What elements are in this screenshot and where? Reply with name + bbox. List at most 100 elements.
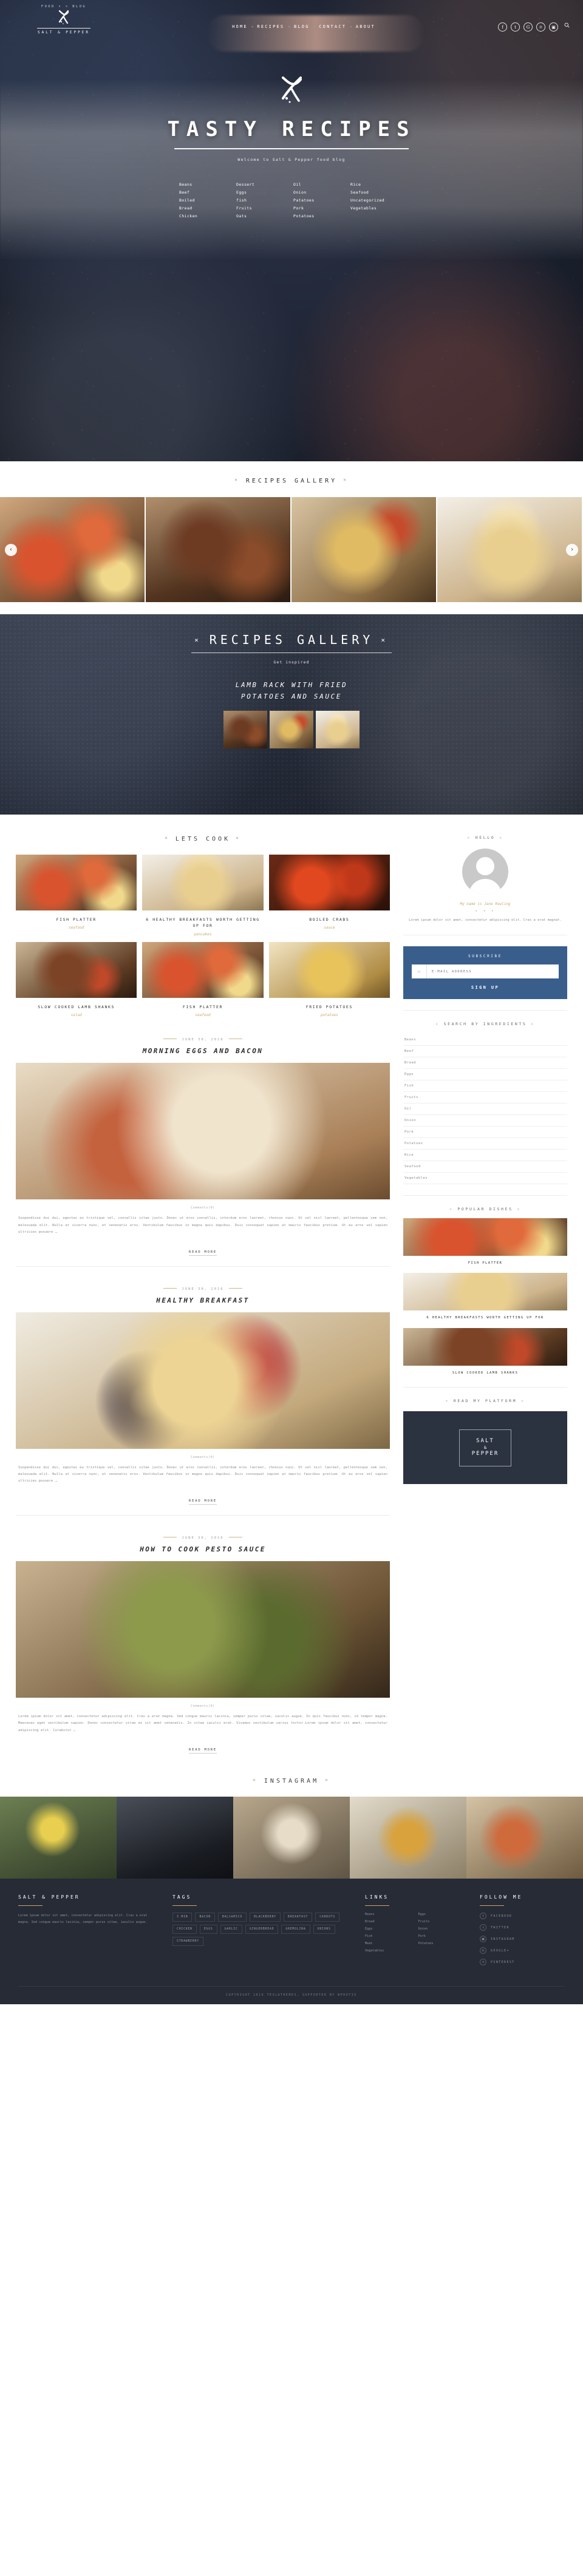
post-comments-count[interactable]: Comments(0) xyxy=(16,1704,390,1708)
category-link[interactable]: Fruits xyxy=(236,206,290,211)
tag-item[interactable]: BALSAMICO xyxy=(217,1913,247,1922)
ingredient-link[interactable]: Onion xyxy=(403,1115,567,1127)
nav-item-recipes[interactable]: RECIPES xyxy=(257,24,284,29)
nav-item-about[interactable]: ABOUT xyxy=(356,24,375,29)
category-link[interactable]: Pork xyxy=(293,206,347,211)
category-link[interactable]: Vegetables xyxy=(350,206,404,211)
post-title[interactable]: MORNING EGGS AND BACON xyxy=(16,1047,390,1055)
sign-up-button[interactable]: SIGN UP xyxy=(412,985,559,990)
follow-row[interactable]: t TWITTER xyxy=(480,1924,565,1931)
category-link[interactable]: Rice xyxy=(350,182,404,187)
category-link[interactable]: Oats xyxy=(236,214,290,219)
recipe-card[interactable]: FRIED POTATOES potatoes xyxy=(268,941,390,1017)
tag-item[interactable]: STRAWBERRY xyxy=(172,1937,203,1947)
recipe-card[interactable]: 6 HEALTHY BREAKFASTS WORTH GETTING UP FO… xyxy=(142,855,264,937)
footer-link[interactable]: Pork xyxy=(418,1934,466,1938)
email-input[interactable] xyxy=(426,964,559,978)
tag-item[interactable]: 3 MIN xyxy=(172,1913,193,1922)
footer-link[interactable]: Potatoes xyxy=(418,1942,466,1945)
footer-link[interactable]: Fruits xyxy=(418,1920,466,1924)
ingredient-link[interactable]: Beans xyxy=(403,1034,567,1046)
recipe-card[interactable]: FISH PLATTER seafood xyxy=(16,855,137,937)
instagram-photo[interactable] xyxy=(350,1797,466,1879)
ingredient-link[interactable]: Eggs xyxy=(403,1069,567,1080)
ingredient-link[interactable]: Potatoes xyxy=(403,1138,567,1150)
category-link[interactable]: Eggs xyxy=(236,190,290,195)
popular-dish-item[interactable]: SLOW COOKED LAMB SHANKS xyxy=(403,1327,567,1376)
post-image[interactable] xyxy=(16,1312,390,1449)
twitter-icon[interactable]: t xyxy=(511,22,520,32)
ingredient-link[interactable]: Beef xyxy=(403,1046,567,1057)
category-link[interactable]: Dessert xyxy=(236,182,290,187)
category-link[interactable]: Uncategorized xyxy=(350,198,404,203)
ingredient-link[interactable]: Vegetables xyxy=(403,1173,567,1184)
follow-row[interactable]: ℗ PINTEREST xyxy=(480,1959,565,1966)
post-image[interactable] xyxy=(16,1063,390,1200)
nav-item-home[interactable]: HOME xyxy=(232,24,248,29)
tag-item[interactable]: GARLIC xyxy=(220,1925,242,1934)
post-image[interactable] xyxy=(16,1561,390,1698)
instagram-photo[interactable] xyxy=(117,1797,233,1879)
popular-dish-item[interactable]: 6 HEALTHY BREAKFASTS WORTH GETTING UP FO… xyxy=(403,1273,567,1321)
tag-item[interactable]: CARROTS xyxy=(315,1913,340,1922)
footer-link[interactable]: Onion xyxy=(418,1927,466,1931)
recipe-card[interactable]: BOILED CRABS sauce xyxy=(268,855,390,937)
footer-link[interactable]: Meat xyxy=(365,1942,412,1945)
ingredient-link[interactable]: Rice xyxy=(403,1150,567,1161)
popular-dish-item[interactable]: FISH PLATTER xyxy=(403,1218,567,1266)
carousel-slide[interactable] xyxy=(292,497,437,602)
tag-item[interactable]: BACON xyxy=(195,1913,215,1922)
post-comments-count[interactable]: Comments(0) xyxy=(16,1456,390,1459)
follow-row[interactable]: f FACEBOOK xyxy=(480,1913,565,1920)
featured-thumbnail[interactable] xyxy=(270,711,313,749)
follow-row[interactable]: G GOOGLE+ xyxy=(480,1947,565,1954)
featured-recipe-title[interactable]: LAMB RACK WITH FRIED POTATOES AND SAUCE xyxy=(0,680,583,702)
post-comments-count[interactable]: Comments(0) xyxy=(16,1206,390,1210)
footer-link[interactable]: Eggs xyxy=(418,1913,466,1916)
carousel-slide[interactable] xyxy=(437,497,583,602)
post-title[interactable]: HEALTHY BREAKFAST xyxy=(16,1296,390,1304)
follow-row[interactable]: ▣ INSTAGRAM xyxy=(480,1936,565,1943)
carousel-prev-icon[interactable]: ‹ xyxy=(5,543,17,556)
ingredient-link[interactable]: Oil xyxy=(403,1103,567,1115)
tag-item[interactable]: ONIONS xyxy=(313,1925,335,1934)
ingredient-link[interactable]: Seafood xyxy=(403,1161,567,1173)
featured-thumbnail[interactable] xyxy=(316,711,360,749)
footer-link[interactable]: Eggs xyxy=(365,1927,412,1931)
ingredient-link[interactable]: Pork xyxy=(403,1127,567,1138)
subscribe-field[interactable]: ✉ xyxy=(412,964,559,978)
search-icon[interactable] xyxy=(564,2,570,30)
carousel-slide[interactable] xyxy=(0,497,146,602)
recipe-card[interactable]: SLOW COOKED LAMB SHANKS salad xyxy=(16,941,137,1017)
read-more-button[interactable]: READ MORE xyxy=(16,1493,390,1505)
category-link[interactable]: Beef xyxy=(179,190,233,195)
footer-link[interactable]: Fish xyxy=(365,1934,412,1938)
category-link[interactable]: Onion xyxy=(293,190,347,195)
instagram-photo[interactable] xyxy=(233,1797,350,1879)
category-link[interactable]: Oil xyxy=(293,182,347,187)
ad-banner[interactable]: SALT & PEPPER xyxy=(403,1411,567,1485)
facebook-icon[interactable]: f xyxy=(498,22,507,32)
read-more-button[interactable]: READ MORE xyxy=(16,1741,390,1754)
tag-item[interactable]: GINGERBREAD xyxy=(245,1925,279,1934)
instagram-photo[interactable] xyxy=(0,1797,117,1879)
category-link[interactable]: Beans xyxy=(179,182,233,187)
ingredient-link[interactable]: Fruits xyxy=(403,1092,567,1103)
tag-item[interactable]: BREAKFAST xyxy=(284,1913,313,1922)
nav-item-contact[interactable]: CONTACT xyxy=(319,24,346,29)
tag-item[interactable]: BLACKBERRY xyxy=(250,1913,281,1922)
ingredient-link[interactable]: Bread xyxy=(403,1057,567,1069)
post-title[interactable]: HOW TO COOK PESTO SAUCE xyxy=(16,1545,390,1553)
category-link[interactable]: Boiled xyxy=(179,198,233,203)
instagram-icon[interactable]: ▣ xyxy=(549,22,558,32)
gallery-carousel[interactable]: ‹ › xyxy=(0,497,583,602)
category-link[interactable]: Seafood xyxy=(350,190,404,195)
read-more-button[interactable]: READ MORE xyxy=(16,1244,390,1256)
pinterest-icon[interactable]: ℗ xyxy=(536,22,545,32)
category-link[interactable]: Chicken xyxy=(179,214,233,219)
ingredient-link[interactable]: Fish xyxy=(403,1080,567,1092)
tag-item[interactable]: GREMOLINA xyxy=(281,1925,310,1934)
instagram-photo[interactable] xyxy=(466,1797,583,1879)
tag-item[interactable]: CHICKEN xyxy=(172,1925,197,1934)
category-link[interactable]: Bread xyxy=(179,206,233,211)
